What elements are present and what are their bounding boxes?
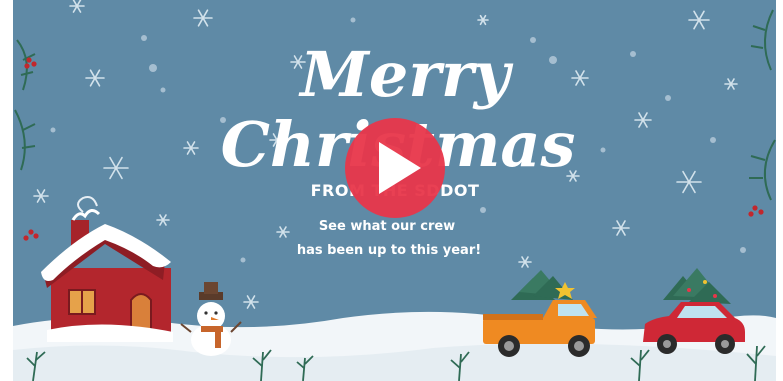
caption-line-1: See what our crew [319,219,455,234]
caption-line-2: has been up to this year! [297,243,481,258]
title-merry: Merry [298,38,513,111]
play-button[interactable] [345,118,445,218]
video-player[interactable]: Merry Christmas FROM THE SDDOT See what … [13,0,776,381]
video-poster: Merry Christmas FROM THE SDDOT See what … [13,0,776,381]
